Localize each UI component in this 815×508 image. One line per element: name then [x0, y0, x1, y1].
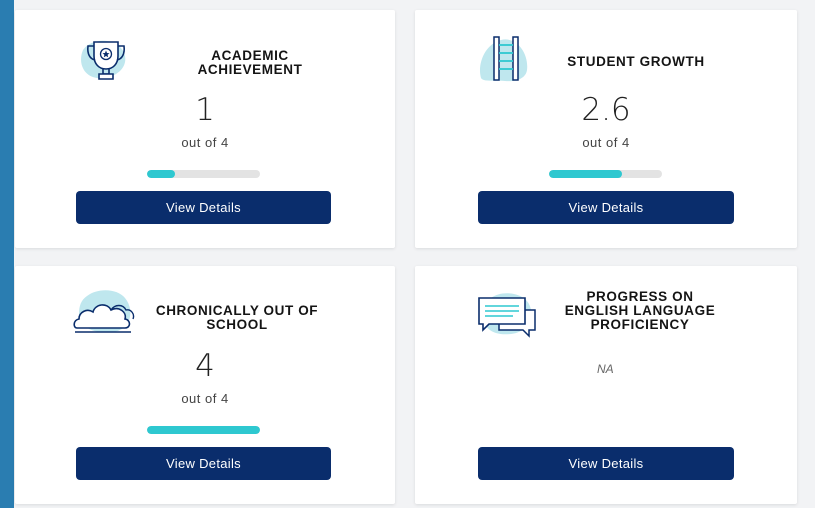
score-value: 4: [195, 348, 215, 384]
score-value: 2.6: [581, 92, 631, 128]
progress-bar: [147, 426, 260, 434]
not-available-text: NA: [597, 362, 614, 376]
progress-fill: [147, 426, 260, 434]
card-english-language-proficiency: PROGRESS ON ENGLISH LANGUAGE PROFICIENCY…: [415, 266, 797, 504]
card-title: PROGRESS ON ENGLISH LANGUAGE PROFICIENCY: [564, 289, 716, 332]
card-title: STUDENT GROWTH: [567, 54, 705, 69]
card-title: CHRONICALLY OUT OF SCHOOL: [155, 303, 319, 332]
progress-fill: [549, 170, 623, 178]
card-student-growth: STUDENT GROWTH 2.6 out of 4 View Details: [415, 10, 797, 248]
view-details-button[interactable]: View Details: [76, 447, 331, 480]
view-details-button[interactable]: View Details: [478, 447, 734, 480]
progress-fill: [147, 170, 176, 178]
chat-bubbles-icon: [475, 288, 541, 345]
view-details-button[interactable]: View Details: [76, 191, 331, 224]
progress-bar: [147, 170, 260, 178]
score-out-of: out of 4: [181, 135, 229, 150]
card-chronically-out-of-school: CHRONICALLY OUT OF SCHOOL 4 out of 4 Vie…: [15, 266, 395, 504]
card-academic-achievement: ACADEMIC ACHIEVEMENT 1 out of 4 View Det…: [15, 10, 395, 248]
ladder-icon: [477, 34, 533, 89]
score-out-of: out of 4: [582, 135, 630, 150]
left-sidebar-stripe: [0, 0, 14, 508]
card-title: ACADEMIC ACHIEVEMENT: [197, 48, 303, 77]
score-out-of: out of 4: [181, 391, 229, 406]
cloud-icon: [73, 288, 139, 343]
trophy-icon: [75, 34, 139, 89]
progress-bar: [549, 170, 662, 178]
score-value: 1: [195, 92, 215, 128]
view-details-button[interactable]: View Details: [478, 191, 734, 224]
